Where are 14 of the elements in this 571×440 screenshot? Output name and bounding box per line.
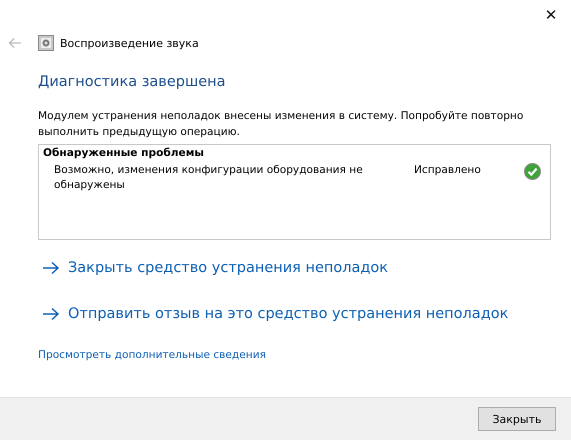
problems-title: Обнаруженные проблемы xyxy=(43,147,205,159)
message-text: Модулем устранения неполадок внесены изменения в систему. Попробуйте повторно выполнить предыдущую операцию. xyxy=(38,109,524,140)
problem-text: Возможно, изменения конфигурации оборудования не обнаружены xyxy=(54,163,364,193)
action-link[interactable]: Закрыть средство устранения неполадок xyxy=(42,255,551,281)
close-button[interactable]: ✕ xyxy=(531,0,571,30)
close-dialog-button[interactable]: Закрыть xyxy=(478,407,556,431)
action-link[interactable]: Отправить отзыв на это средство устранения неполадок xyxy=(42,301,551,327)
arrow-icon xyxy=(42,261,60,275)
speaker-icon xyxy=(38,35,54,51)
details-link[interactable]: Просмотреть дополнительные сведения xyxy=(38,349,266,361)
heading: Диагностика завершена xyxy=(38,74,227,90)
window-title: Воспроизведение звука xyxy=(60,36,199,50)
status-text: Исправлено xyxy=(414,163,482,178)
arrow-icon xyxy=(42,307,60,321)
